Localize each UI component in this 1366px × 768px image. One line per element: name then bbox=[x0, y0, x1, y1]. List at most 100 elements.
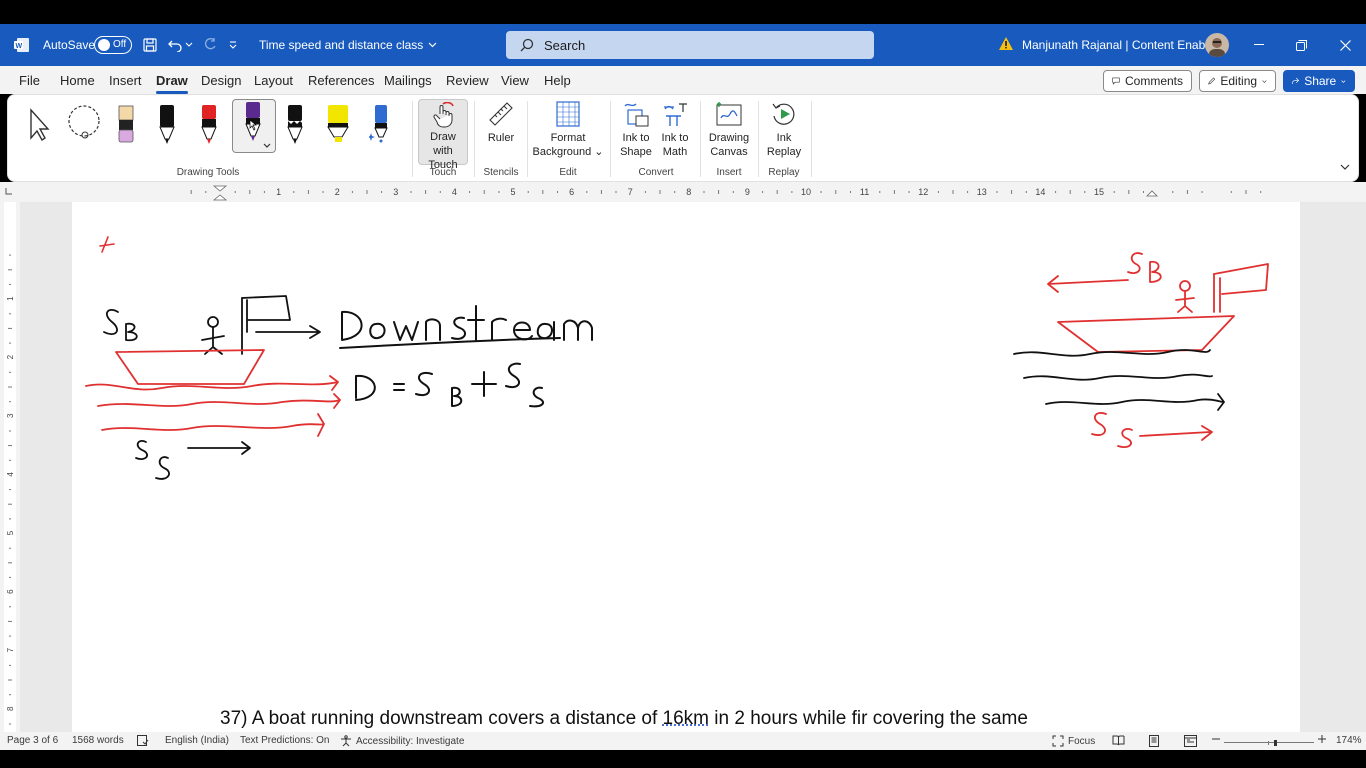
menu-file[interactable]: File bbox=[19, 73, 40, 88]
proofing-icon[interactable] bbox=[137, 735, 149, 746]
format-background-button[interactable]: Format Background ⌄ bbox=[531, 99, 605, 159]
customize-toolbar-icon[interactable] bbox=[226, 36, 240, 54]
menu-help[interactable]: Help bbox=[544, 73, 571, 88]
galaxy-pen-icon[interactable] bbox=[362, 101, 398, 147]
document-area[interactable]: 37) A boat running downstream covers a d… bbox=[20, 202, 1366, 732]
word-window: W AutoSave Off Time speed and distance c… bbox=[0, 0, 1366, 768]
ink-to-math-button[interactable]: Ink to Math bbox=[655, 99, 695, 159]
ruler-tick bbox=[8, 269, 12, 271]
menu-review[interactable]: Review bbox=[446, 73, 489, 88]
menu-layout[interactable]: Layout bbox=[254, 73, 293, 88]
ruler-tick bbox=[586, 191, 588, 193]
user-name[interactable]: Manjunath Rajanal | Content Enablers bbox=[1022, 38, 1225, 52]
web-layout-icon[interactable] bbox=[1184, 735, 1197, 747]
autosave-toggle[interactable]: Off bbox=[94, 36, 132, 54]
ink-to-shape-button[interactable]: Ink to Shape bbox=[616, 99, 656, 159]
collapse-ribbon-icon[interactable] bbox=[1340, 161, 1350, 173]
close-icon[interactable] bbox=[1334, 34, 1356, 56]
touch-hand-icon bbox=[427, 102, 459, 128]
comments-button[interactable]: Comments bbox=[1103, 70, 1192, 92]
menu-insert[interactable]: Insert bbox=[109, 73, 142, 88]
drawing-canvas-button[interactable]: Drawing Canvas bbox=[705, 99, 753, 159]
pen-red-icon[interactable] bbox=[191, 101, 227, 147]
ink-replay-label-2: Replay bbox=[766, 146, 802, 158]
warning-icon[interactable] bbox=[998, 36, 1014, 51]
chevron-down-icon bbox=[1341, 79, 1346, 83]
horizontal-ruler[interactable]: 1 2 3 4 5 6 7 8 9 10 11 12 13 14 15 bbox=[0, 182, 1366, 202]
ink-to-math-label-2: Math bbox=[662, 146, 688, 158]
minimize-icon[interactable] bbox=[1248, 34, 1270, 56]
undo-icon[interactable] bbox=[166, 36, 184, 54]
pencil-black-icon[interactable] bbox=[277, 101, 313, 147]
ruler-tick bbox=[952, 190, 954, 194]
zoom-in-icon[interactable] bbox=[1318, 735, 1326, 743]
document-page[interactable]: 37) A boat running downstream covers a d… bbox=[72, 202, 1300, 732]
menu-references[interactable]: References bbox=[308, 73, 374, 88]
ink-right-boat bbox=[1057, 315, 1235, 353]
zoom-level[interactable]: 174% bbox=[1336, 735, 1362, 746]
editing-button[interactable]: Editing bbox=[1199, 70, 1276, 92]
drawing-canvas-icon bbox=[713, 99, 745, 129]
group-insert: Insert bbox=[716, 167, 742, 178]
vertical-ruler[interactable]: 1 2 3 4 5 6 7 8 bbox=[0, 202, 20, 732]
zoom-slider[interactable] bbox=[1224, 740, 1314, 746]
ink-right-man bbox=[1175, 280, 1195, 313]
vertical-ruler-scale: 1 2 3 4 5 6 7 8 bbox=[4, 202, 16, 732]
ruler-number: 12 bbox=[918, 187, 928, 197]
language[interactable]: English (India) bbox=[165, 735, 229, 746]
ink-to-shape-label-2: Shape bbox=[620, 146, 652, 158]
ruler-number: 4 bbox=[452, 187, 457, 197]
menu-design[interactable]: Design bbox=[201, 73, 241, 88]
ruler-tick bbox=[8, 327, 12, 329]
lasso-select-icon[interactable] bbox=[64, 101, 104, 147]
ruler-number: 13 bbox=[977, 187, 987, 197]
accessibility-status[interactable]: Accessibility: Investigate bbox=[340, 735, 464, 747]
ruler-tick bbox=[9, 371, 11, 373]
ruler-button[interactable]: Ruler bbox=[479, 99, 523, 145]
ruler-icon bbox=[485, 99, 517, 129]
eraser-icon[interactable] bbox=[108, 101, 144, 147]
save-icon[interactable] bbox=[141, 36, 159, 54]
ruler-tick bbox=[9, 459, 11, 461]
zoom-out-icon[interactable] bbox=[1212, 735, 1220, 743]
word-logo-icon: W bbox=[14, 38, 29, 52]
highlighter-yellow-icon[interactable] bbox=[320, 101, 356, 147]
ruler-tick bbox=[615, 191, 617, 193]
ruler-tick bbox=[1128, 190, 1130, 194]
print-layout-icon[interactable] bbox=[1148, 735, 1160, 747]
read-mode-icon[interactable] bbox=[1112, 735, 1125, 746]
undo-dropdown-icon[interactable] bbox=[184, 36, 194, 54]
ruler-tick bbox=[263, 191, 265, 193]
word-count[interactable]: 1568 words bbox=[72, 735, 124, 746]
ruler-tick bbox=[1186, 190, 1188, 194]
document-title[interactable]: Time speed and distance class bbox=[259, 38, 437, 52]
autosave-label: AutoSave bbox=[43, 38, 96, 52]
format-background-label-1: Format bbox=[550, 132, 586, 144]
text-predictions[interactable]: Text Predictions: On bbox=[240, 735, 329, 746]
avatar[interactable] bbox=[1205, 33, 1229, 57]
restore-icon[interactable] bbox=[1290, 34, 1312, 56]
select-arrow-icon[interactable] bbox=[20, 101, 56, 147]
pen-black-icon[interactable] bbox=[149, 101, 185, 147]
search-box[interactable]: Search bbox=[506, 31, 874, 59]
page-count[interactable]: Page 3 of 6 bbox=[7, 735, 58, 746]
ink-replay-button[interactable]: Ink Replay bbox=[762, 99, 806, 159]
menu-mailings[interactable]: Mailings bbox=[384, 73, 432, 88]
document-title-text: Time speed and distance class bbox=[259, 38, 424, 52]
menu-view[interactable]: View bbox=[501, 73, 529, 88]
focus-button[interactable]: Focus bbox=[1052, 735, 1095, 747]
ruler-number: 8 bbox=[6, 706, 15, 711]
ruler-tick bbox=[1143, 191, 1144, 193]
menu-draw[interactable]: Draw bbox=[156, 73, 188, 94]
ruler-tick bbox=[879, 191, 881, 193]
ink-drawing bbox=[85, 236, 1269, 480]
question-text[interactable]: 37) A boat running downstream covers a d… bbox=[220, 708, 1028, 730]
menu-home[interactable]: Home bbox=[60, 73, 95, 88]
ink-formula bbox=[355, 362, 545, 408]
redo-icon[interactable] bbox=[201, 36, 219, 54]
draw-with-touch-button[interactable]: Draw with Touch bbox=[418, 99, 468, 171]
ruler-number: 2 bbox=[335, 187, 340, 197]
pen-purple-icon[interactable] bbox=[232, 99, 276, 153]
ruler-tick bbox=[9, 518, 11, 520]
share-button[interactable]: Share bbox=[1283, 70, 1355, 92]
